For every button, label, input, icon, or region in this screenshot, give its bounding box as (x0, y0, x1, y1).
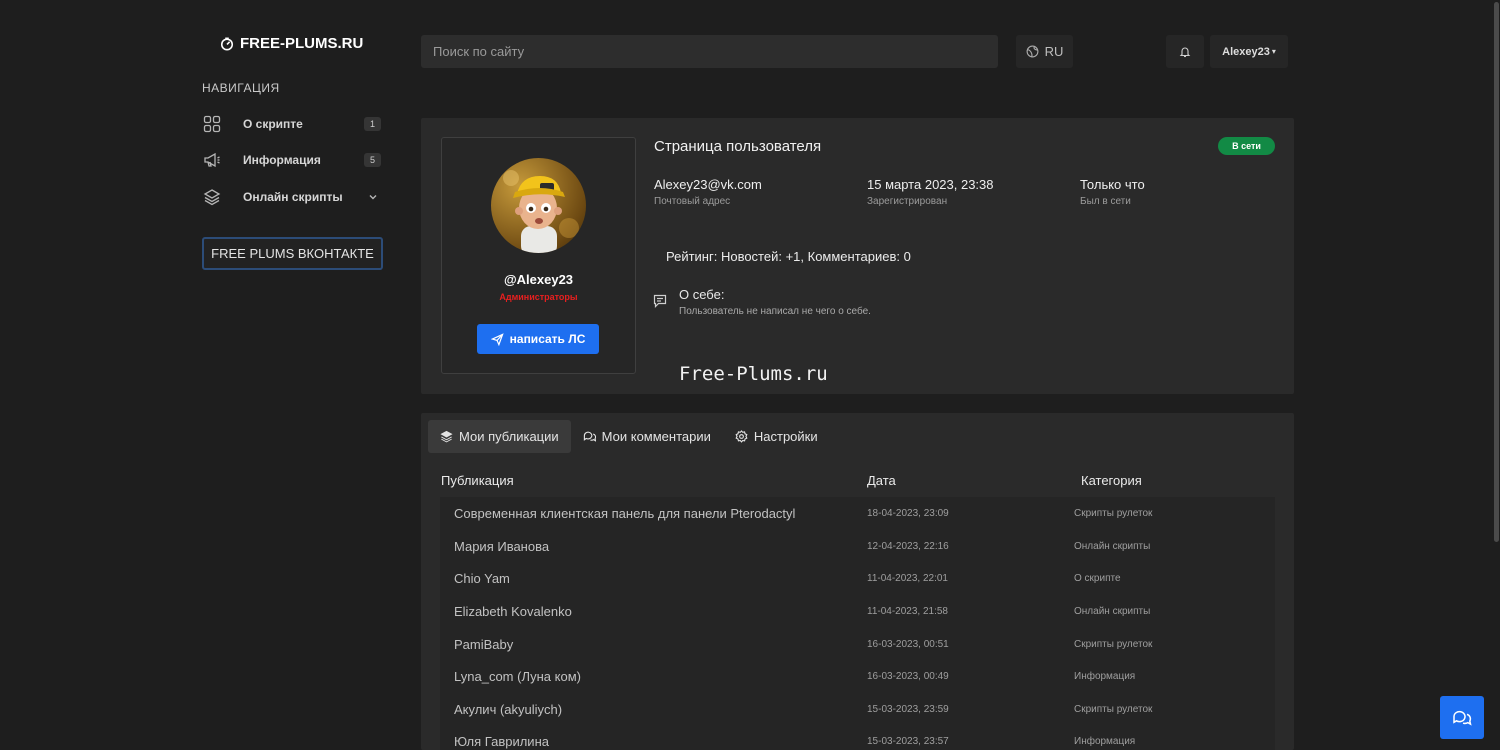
tab-settings[interactable]: Настройки (723, 420, 830, 453)
caret-down-icon: ▾ (1271, 47, 1276, 56)
about-text: Пользователь не написал не чего о себе. (679, 306, 871, 317)
count-badge: 5 (364, 153, 381, 167)
publication-date: 18-04-2023, 23:09 (867, 508, 949, 519)
logo-text: FREE-PLUMS.RU (240, 35, 364, 52)
publication-date: 15-03-2023, 23:59 (867, 704, 949, 715)
send-message-button[interactable]: написать ЛС (477, 324, 599, 354)
publications-panel: Мои публикации Мои комментарии Настройки… (421, 413, 1294, 750)
bell-icon (1179, 47, 1191, 57)
publication-category[interactable]: Скрипты рулеток (1074, 639, 1152, 650)
megaphone-icon (203, 151, 221, 169)
chat-icon (583, 431, 596, 442)
table-row[interactable]: Мария Иванова 12-04-2023, 22:16 Онлайн с… (440, 530, 1275, 563)
publication-title[interactable]: PamiBaby (454, 637, 513, 652)
tab-label: Мои публикации (459, 429, 559, 444)
last-seen-value: Только что (1080, 177, 1145, 192)
support-chat-button[interactable] (1440, 696, 1484, 739)
comment-icon (653, 294, 667, 308)
count-badge: 1 (364, 117, 381, 131)
tab-my-comments[interactable]: Мои комментарии (571, 420, 723, 453)
rating-text: Рейтинг: Новостей: +1, Комментариев: 0 (666, 249, 911, 264)
nav-title: НАВИГАЦИЯ (202, 81, 280, 95)
column-header-date: Дата (867, 473, 896, 488)
sidebar-item-label: О скрипте (243, 117, 303, 131)
user-menu-button[interactable]: Alexey23 ▾ (1210, 35, 1288, 68)
sidebar-item-label: Информация (243, 153, 321, 167)
publication-category[interactable]: Информация (1074, 736, 1135, 747)
globe-icon (1026, 45, 1039, 58)
scrollbar-thumb[interactable] (1494, 2, 1499, 542)
table-row[interactable]: Chio Yam 11-04-2023, 22:01 О скрипте (440, 562, 1275, 595)
gear-icon (735, 430, 748, 443)
chat-icon (1453, 710, 1472, 726)
status-badge: В сети (1218, 137, 1275, 155)
layers-icon (203, 188, 221, 206)
avatar (491, 158, 586, 253)
profile-panel: @Alexey23 Администраторы написать ЛС Стр… (421, 118, 1294, 394)
site-logo[interactable]: FREE-PLUMS.RU (220, 35, 363, 52)
publication-category[interactable]: Скрипты рулеток (1074, 508, 1152, 519)
publication-date: 11-04-2023, 21:58 (867, 606, 948, 617)
logo-icon (220, 37, 234, 50)
language-label: RU (1044, 44, 1064, 59)
publication-title[interactable]: Chio Yam (454, 571, 510, 586)
publication-date: 12-04-2023, 22:16 (867, 541, 949, 552)
layers-icon (440, 430, 453, 443)
publication-category[interactable]: О скрипте (1074, 573, 1121, 584)
email-label: Почтовый адрес (654, 196, 731, 207)
table-row[interactable]: PamiBaby 16-03-2023, 00:51 Скрипты рулет… (440, 628, 1275, 661)
publication-date: 15-03-2023, 23:57 (867, 736, 949, 747)
publication-title[interactable]: Юля Гаврилина (454, 734, 549, 749)
publications-table: Современная клиентская панель для панели… (440, 497, 1275, 750)
avatar-card: @Alexey23 Администраторы написать ЛС (441, 137, 636, 374)
page-title: Страница пользователя (654, 138, 822, 155)
publication-title[interactable]: Lyna_com (Луна ком) (454, 669, 581, 684)
publication-category[interactable]: Онлайн скрипты (1074, 541, 1150, 552)
publication-title[interactable]: Мария Иванова (454, 539, 549, 554)
chevron-down-icon (369, 195, 377, 200)
about-title: О себе: (679, 287, 725, 302)
tab-my-publications[interactable]: Мои публикации (428, 420, 571, 453)
column-header-category: Категория (1081, 473, 1142, 488)
send-message-label: написать ЛС (509, 332, 586, 346)
notifications-button[interactable] (1166, 35, 1204, 68)
table-row[interactable]: Юля Гаврилина 15-03-2023, 23:57 Информац… (440, 725, 1275, 750)
publication-category[interactable]: Скрипты рулеток (1074, 704, 1152, 715)
column-header-publication: Публикация (441, 473, 514, 488)
publication-category[interactable]: Информация (1074, 671, 1135, 682)
last-seen-label: Был в сети (1080, 196, 1131, 207)
sidebar-item-information[interactable]: Информация 5 (203, 149, 381, 171)
send-icon (490, 332, 504, 346)
publication-title[interactable]: Elizabeth Kovalenko (454, 604, 572, 619)
grid-icon (203, 115, 221, 133)
registered-label: Зарегистрирован (867, 196, 948, 207)
table-row[interactable]: Акулич (akyuliych) 15-03-2023, 23:59 Скр… (440, 693, 1275, 726)
table-row[interactable]: Современная клиентская панель для панели… (440, 497, 1275, 530)
publication-date: 16-03-2023, 00:49 (867, 671, 949, 682)
publication-date: 16-03-2023, 00:51 (867, 639, 949, 650)
language-button[interactable]: RU (1016, 35, 1073, 68)
publication-category[interactable]: Онлайн скрипты (1074, 606, 1150, 617)
vk-group-button[interactable]: FREE PLUMS ВКОНТАКТЕ (202, 237, 383, 270)
publication-title[interactable]: Акулич (akyuliych) (454, 702, 562, 717)
profile-role: Администраторы (499, 292, 578, 302)
tab-label: Мои комментарии (601, 429, 711, 444)
watermark-text: Free-Plums.ru (679, 363, 828, 385)
tab-label: Настройки (753, 429, 818, 444)
profile-tabs: Мои публикации Мои комментарии Настройки (428, 420, 830, 453)
search-input[interactable] (421, 35, 998, 68)
user-menu-label: Alexey23 (1222, 45, 1270, 58)
sidebar-item-online-scripts[interactable]: Онлайн скрипты (203, 186, 381, 208)
sidebar-item-label: Онлайн скрипты (243, 190, 343, 204)
sidebar-item-about-script[interactable]: О скрипте 1 (203, 113, 381, 135)
table-row[interactable]: Elizabeth Kovalenko 11-04-2023, 21:58 Он… (440, 595, 1275, 628)
email-value: Alexey23@vk.com (654, 177, 762, 192)
publication-date: 11-04-2023, 22:01 (867, 573, 948, 584)
table-row[interactable]: Lyna_com (Луна ком) 16-03-2023, 00:49 Ин… (440, 660, 1275, 693)
publication-title[interactable]: Современная клиентская панель для панели… (454, 506, 795, 521)
registered-value: 15 марта 2023, 23:38 (867, 177, 994, 192)
profile-username: @Alexey23 (503, 272, 574, 287)
